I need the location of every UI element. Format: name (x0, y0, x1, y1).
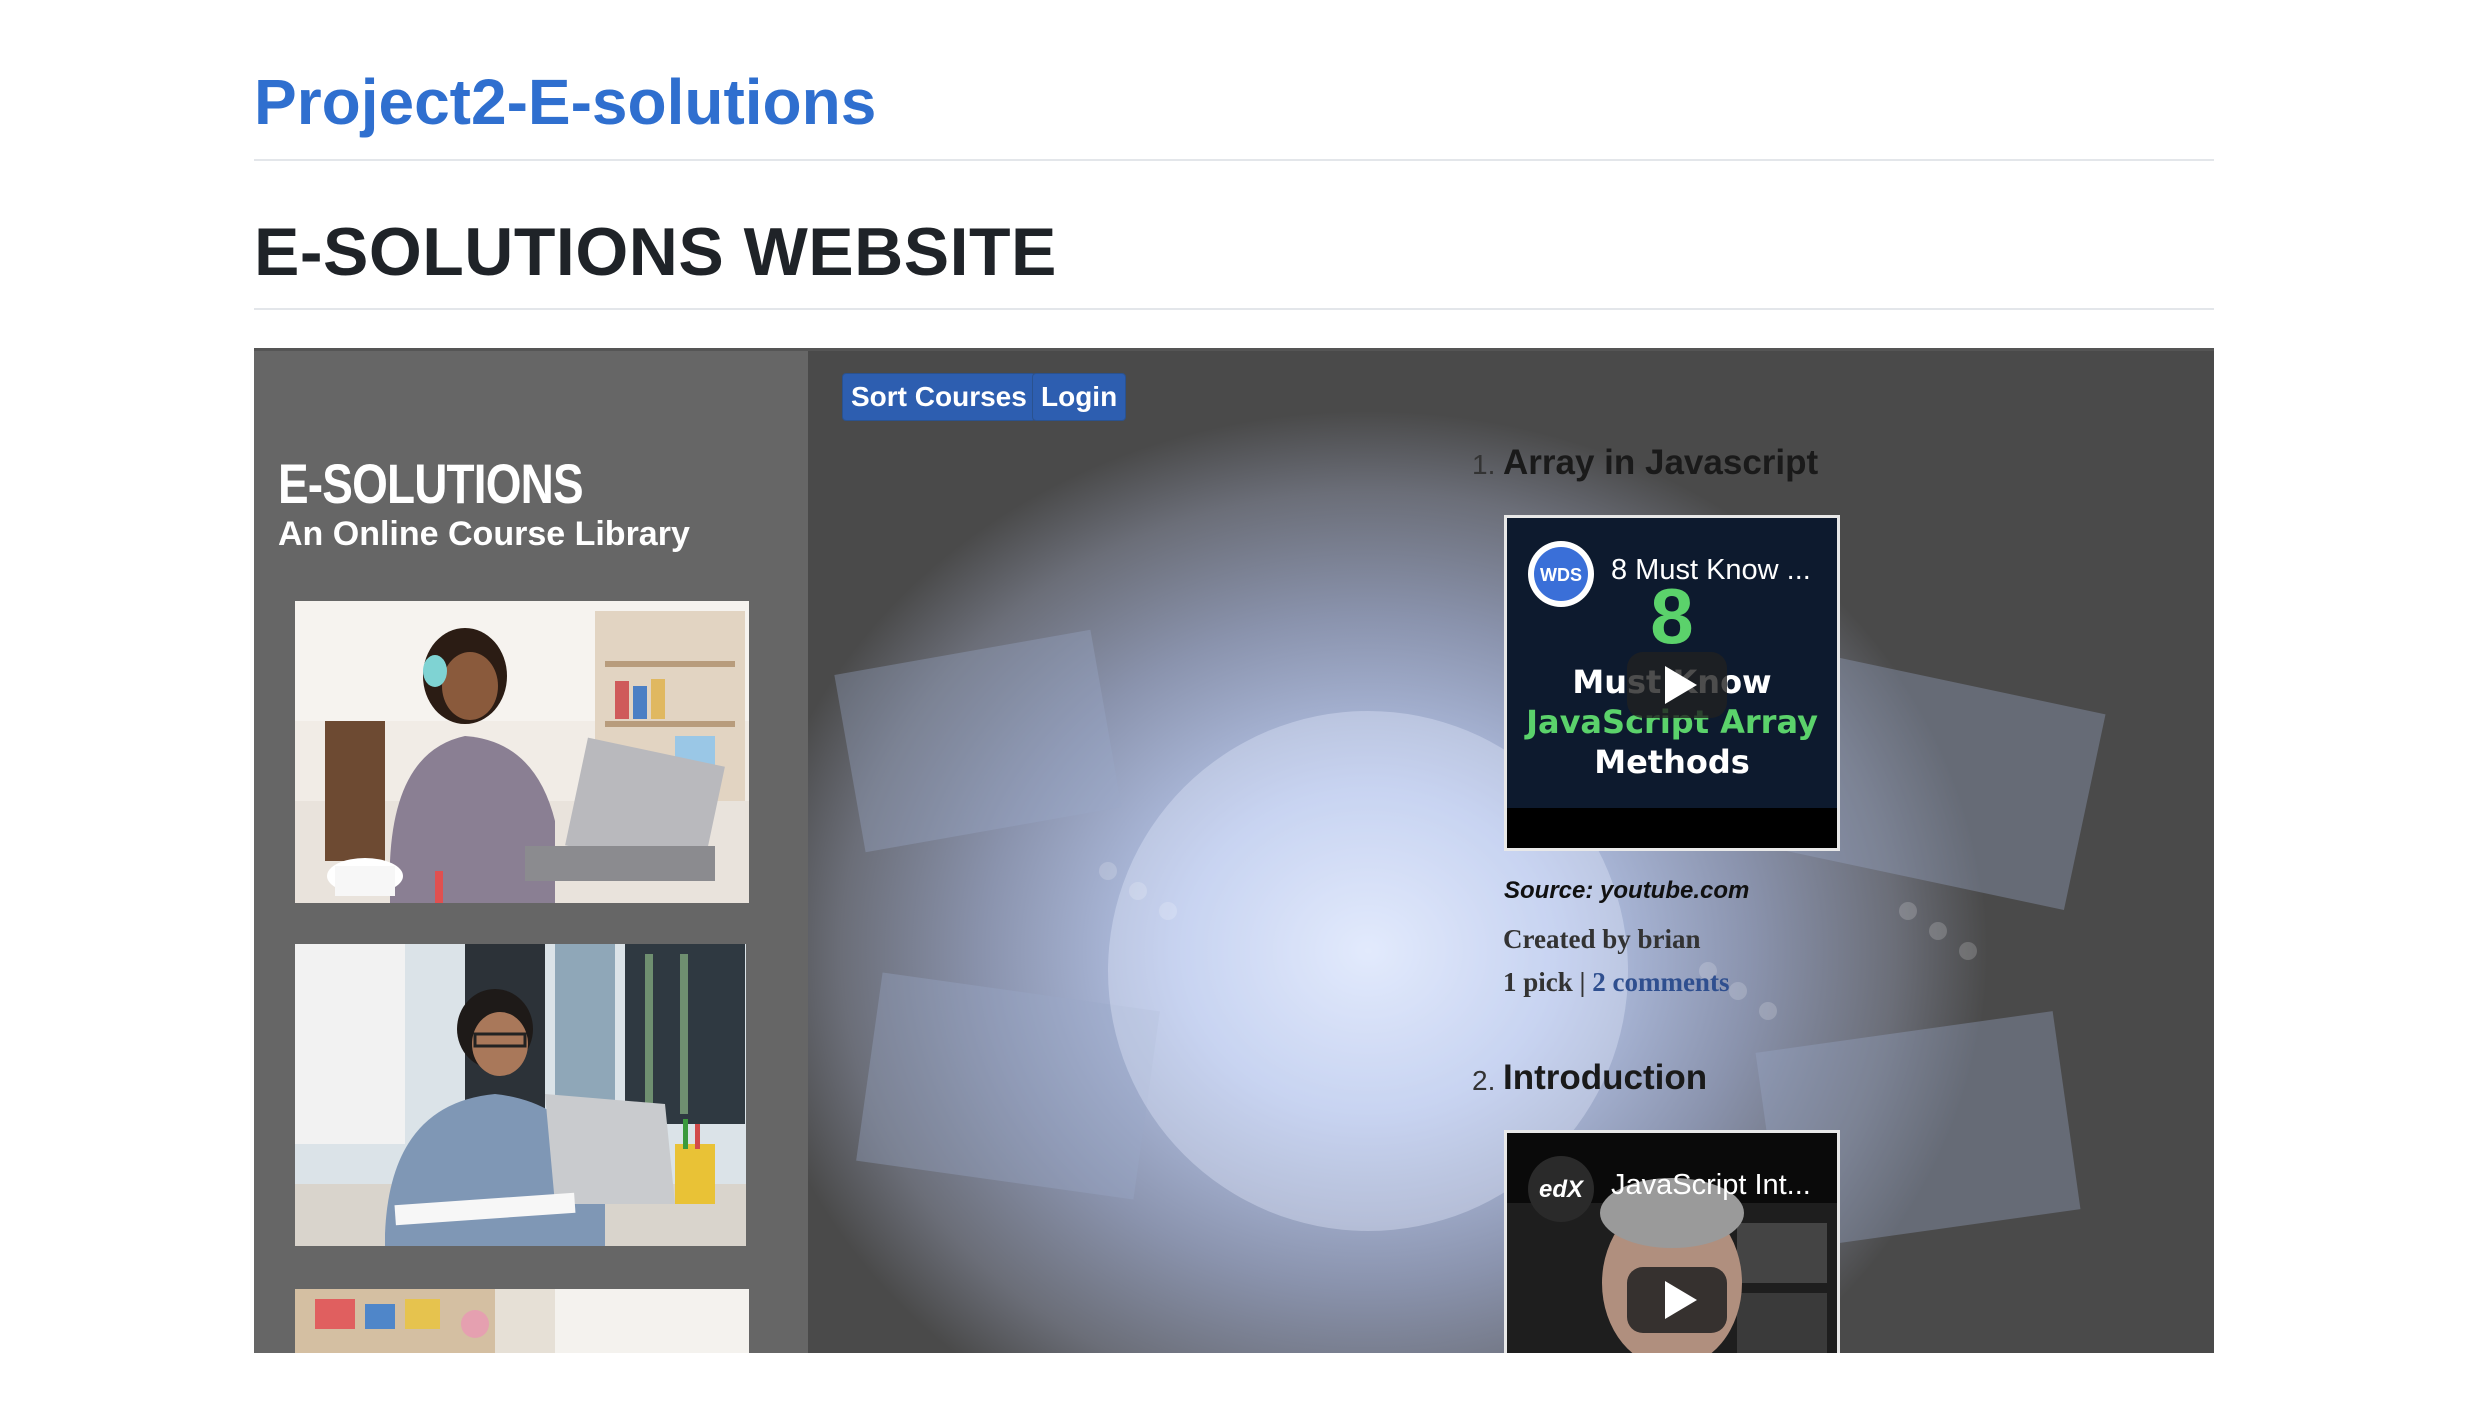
site-tagline: An Online Course Library (278, 515, 690, 553)
page-heading: E-SOLUTIONS WEBSITE (254, 214, 1057, 290)
video-title: JavaScript Int... (1611, 1169, 1811, 1201)
heading-divider (254, 308, 2214, 310)
course-list-area: Sort Courses Login 1. Array in Javascrip… (808, 351, 2214, 1353)
student-photo-girl (295, 601, 749, 903)
meta-separator: | (1572, 967, 1593, 997)
course-title-link[interactable]: Introduction (1503, 1058, 1707, 1098)
sidebar: E-SOLUTIONS An Online Course Library (254, 351, 808, 1353)
creator-name: brian (1637, 924, 1701, 954)
course-meta: 1 pick | 2 comments (1503, 967, 1729, 998)
site-brand: E-SOLUTIONS (278, 452, 584, 515)
login-button[interactable]: Login (1032, 373, 1127, 421)
website-screenshot: E-SOLUTIONS An Online Course Library Sor… (254, 348, 2214, 1353)
course-number: 1. (1472, 449, 1496, 480)
course-source: Source: youtube.com (1504, 877, 1750, 904)
video-embed[interactable]: edX JavaScript Int... (1504, 1130, 1840, 1353)
pick-count: 1 pick (1503, 967, 1573, 997)
course-title-link[interactable]: Array in Javascript (1503, 443, 1818, 483)
header-divider (254, 159, 2214, 161)
video-title: 8 Must Know ... (1611, 554, 1811, 586)
channel-badge: edX (1539, 1176, 1585, 1203)
repo-title-link[interactable]: Project2-E-solutions (254, 62, 876, 142)
video-embed[interactable]: WDS 8 Must Know JavaScript Array Methods… (1504, 515, 1840, 851)
channel-badge: WDS (1540, 565, 1582, 585)
thumb-line-3: Methods (1594, 743, 1750, 781)
course-creator: Created by brian (1503, 924, 1701, 955)
course-number: 2. (1472, 1065, 1496, 1096)
student-photo-third (295, 1289, 749, 1353)
comments-link[interactable]: 2 comments (1592, 967, 1729, 997)
student-photo-boy (295, 944, 746, 1246)
created-by-label: Created by (1503, 924, 1638, 954)
sort-courses-button[interactable]: Sort Courses (842, 373, 1036, 421)
